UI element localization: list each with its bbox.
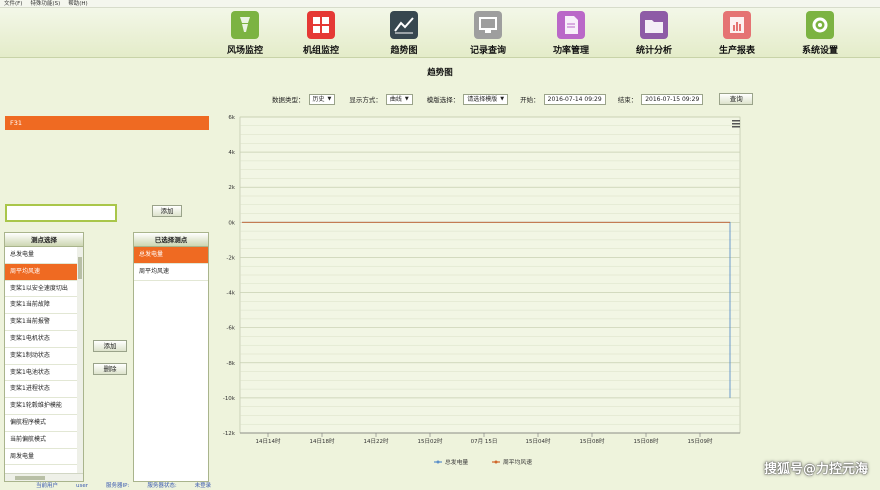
x-tick-label: 15日08时	[580, 437, 605, 445]
report-icon	[723, 11, 751, 39]
chevron-down-icon: ▼	[404, 95, 409, 102]
y-tick-label: -4k	[226, 291, 235, 297]
legend-label[interactable]: 总发电量	[445, 458, 468, 466]
trend-chart: 6k 4k 2k 0k -2k -4k -6k -8k -10k -12k 14日14时 14日18时…	[212, 110, 747, 482]
start-time-label: 开始：	[520, 96, 540, 104]
document-icon	[557, 11, 585, 39]
selected-point-list: 已选择测点 总发电量 周平均风速	[133, 232, 209, 482]
x-tick-label: 14日14时	[256, 437, 281, 445]
delete-point-button[interactable]: 删除	[93, 363, 127, 375]
vertical-scrollbar[interactable]	[77, 247, 83, 475]
point-list-item[interactable]: 当前偏航模式	[5, 432, 83, 449]
x-tick-label: 14日18时	[310, 437, 335, 445]
y-tick-label: -8k	[226, 361, 235, 367]
turbine-selector[interactable]: F31	[5, 116, 209, 130]
point-list-item[interactable]: 变桨1电池状态	[5, 365, 83, 382]
status-login-state: 未登录	[194, 483, 212, 489]
point-list-item[interactable]: 周发电量	[5, 449, 83, 466]
page-title: 趋势图	[427, 68, 453, 78]
point-list-item[interactable]: 总发电量	[5, 247, 83, 264]
point-list-item[interactable]: 周平均风速	[5, 263, 83, 281]
add-button[interactable]: 添加	[152, 205, 182, 217]
data-type-label: 数据类型：	[272, 96, 305, 104]
chevron-down-icon: ▼	[327, 95, 332, 102]
chart-menu-icon[interactable]	[732, 120, 740, 128]
data-type-select[interactable]: 历史 ▼	[308, 93, 336, 105]
point-list: 测点选择 总发电量 周平均风速 变桨1以安全速度切出 变桨1当前故障 变桨1当前报警 变桨…	[4, 232, 84, 482]
wind-turbine-icon	[231, 11, 259, 39]
top-navigation: 风场监控 机组监控 趋势图 记录查询 功率管理 统计分析 生产报表 系统设置	[0, 8, 880, 58]
nav-unit-monitor[interactable]: 机组监控	[286, 11, 356, 57]
point-list-item[interactable]: 变桨1轮毂维护模能	[5, 398, 83, 415]
status-user-label: 当前用户	[36, 483, 59, 489]
template-label: 模版选择：	[426, 96, 460, 104]
x-tick-label: 15日04时	[526, 437, 551, 445]
line-chart-icon	[390, 11, 418, 39]
point-list-body: 总发电量 周平均风速 变桨1以安全速度切出 变桨1当前故障 变桨1当前报警 变桨1电机状态…	[5, 247, 83, 466]
menu-help[interactable]: 帮助(H)	[68, 0, 87, 7]
folder-icon	[640, 11, 668, 39]
x-tick-label: 14日22时	[364, 437, 389, 445]
nav-power-management[interactable]: 功率管理	[536, 11, 606, 57]
nav-production-report[interactable]: 生产报表	[702, 11, 772, 57]
status-user-value: user	[76, 483, 89, 489]
x-tick-label: 15日02时	[418, 437, 443, 445]
y-tick-label: -6k	[226, 326, 235, 332]
menu-file[interactable]: 文件(F)	[4, 0, 22, 7]
legend-label[interactable]: 周平均风速	[503, 458, 532, 466]
selected-item[interactable]: 总发电量	[134, 247, 208, 264]
horizontal-scrollbar[interactable]	[5, 473, 83, 481]
point-list-item[interactable]: 变桨1制动状态	[5, 348, 83, 365]
end-time-label: 结束：	[617, 96, 638, 104]
menu-bar: 文件(F) 特殊功能(S) 帮助(H)	[0, 0, 880, 8]
legend-marker	[494, 460, 498, 464]
x-tick-label: 07月 15日	[471, 438, 498, 445]
selected-item[interactable]: 周平均风速	[134, 264, 208, 281]
x-tick-label: 15日08时	[634, 437, 659, 445]
watermark-text: 搜狐号@力控元海	[763, 462, 868, 477]
gear-icon	[806, 11, 834, 39]
trend-chart-svg: 6k 4k 2k 0k -2k -4k -6k -8k -10k -12k 14日14时 14日18时…	[223, 115, 741, 466]
add-point-button[interactable]: 添加	[93, 340, 127, 352]
point-list-item[interactable]: 变桨1当前报警	[5, 314, 83, 331]
status-server-state: 服务器状态:	[147, 483, 177, 489]
display-mode-label: 显示方式：	[349, 96, 382, 104]
point-list-header: 测点选择	[5, 233, 83, 247]
nav-statistics[interactable]: 统计分析	[619, 11, 689, 57]
x-tick-label: 15日09时	[688, 437, 713, 445]
selected-list-header: 已选择测点	[134, 233, 208, 247]
status-server-ip: 服务器IP:	[106, 483, 130, 489]
y-tick-label: 0k	[228, 220, 235, 226]
end-time-input[interactable]: 2016-07-15 09:29	[641, 93, 704, 105]
display-mode-select[interactable]: 曲线 ▼	[385, 93, 413, 105]
point-list-item[interactable]: 变桨1进程状态	[5, 381, 83, 399]
nav-system-settings[interactable]: 系统设置	[785, 11, 855, 57]
y-tick-label: -2k	[226, 255, 235, 261]
point-list-item[interactable]: 偏航程序模式	[5, 415, 83, 432]
point-list-item[interactable]: 变桨1当前故障	[5, 297, 83, 315]
nav-trend-chart[interactable]: 趋势图	[369, 11, 439, 57]
point-search-input[interactable]	[5, 204, 117, 222]
nav-wind-farm-monitor[interactable]: 风场监控	[210, 11, 280, 57]
y-tick-label: -12k	[223, 431, 236, 437]
query-controls: 数据类型： 历史 ▼ 显示方式： 曲线 ▼ 模版选择： 请选择模版 ▼ 开始： 201…	[272, 92, 754, 106]
y-tick-label: 4k	[228, 150, 235, 156]
grid-icon	[307, 11, 335, 39]
menu-special[interactable]: 特殊功能(S)	[30, 0, 60, 7]
y-tick-label: 6k	[228, 115, 235, 121]
chevron-down-icon: ▼	[500, 95, 505, 102]
nav-record-query[interactable]: 记录查询	[453, 11, 523, 57]
point-list-item[interactable]: 变桨1电机状态	[5, 331, 83, 348]
legend-marker	[436, 460, 440, 464]
template-select[interactable]: 请选择模版 ▼	[463, 93, 509, 105]
query-button[interactable]: 查询	[719, 93, 754, 105]
start-time-input[interactable]: 2016-07-14 09:29	[543, 93, 606, 105]
point-list-item[interactable]: 变桨1以安全速度切出	[5, 281, 83, 298]
y-tick-label: -10k	[223, 396, 236, 402]
y-tick-label: 2k	[228, 185, 235, 191]
monitor-icon	[474, 11, 502, 39]
status-bar: 当前用户 user 服务器IP: 服务器状态: 未登录	[0, 483, 880, 490]
